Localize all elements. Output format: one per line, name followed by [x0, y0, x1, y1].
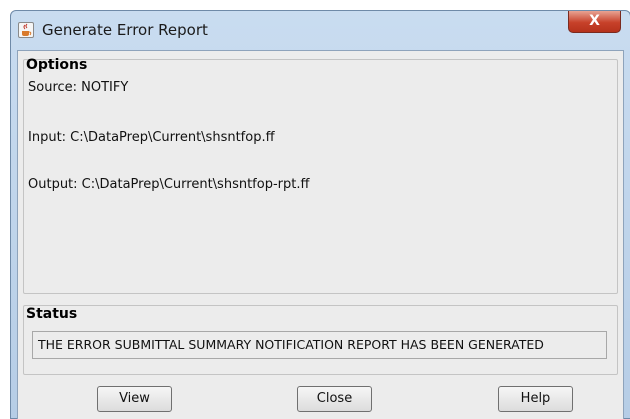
window-close-button[interactable]: X [568, 11, 621, 33]
input-path-text: Input: C:\DataPrep\Current\shsntfop.ff [28, 130, 275, 145]
dialog-content: Options Source: NOTIFY Input: C:\DataPre… [17, 50, 624, 419]
java-cup-icon [18, 22, 34, 38]
output-path-text: Output: C:\DataPrep\Current\shsntfop-rpt… [28, 177, 310, 192]
title-bar[interactable]: Generate Error Report X [11, 11, 630, 49]
status-message-field: THE ERROR SUBMITTAL SUMMARY NOTIFICATION… [32, 331, 607, 359]
source-text: Source: NOTIFY [28, 80, 129, 95]
dialog-window: Generate Error Report X Options Source: … [10, 10, 630, 419]
view-button[interactable]: View [97, 386, 172, 412]
help-button[interactable]: Help [498, 386, 573, 412]
status-heading: Status [26, 306, 78, 322]
close-button[interactable]: Close [297, 386, 372, 412]
options-heading: Options [26, 57, 88, 73]
window-title: Generate Error Report [42, 21, 208, 39]
